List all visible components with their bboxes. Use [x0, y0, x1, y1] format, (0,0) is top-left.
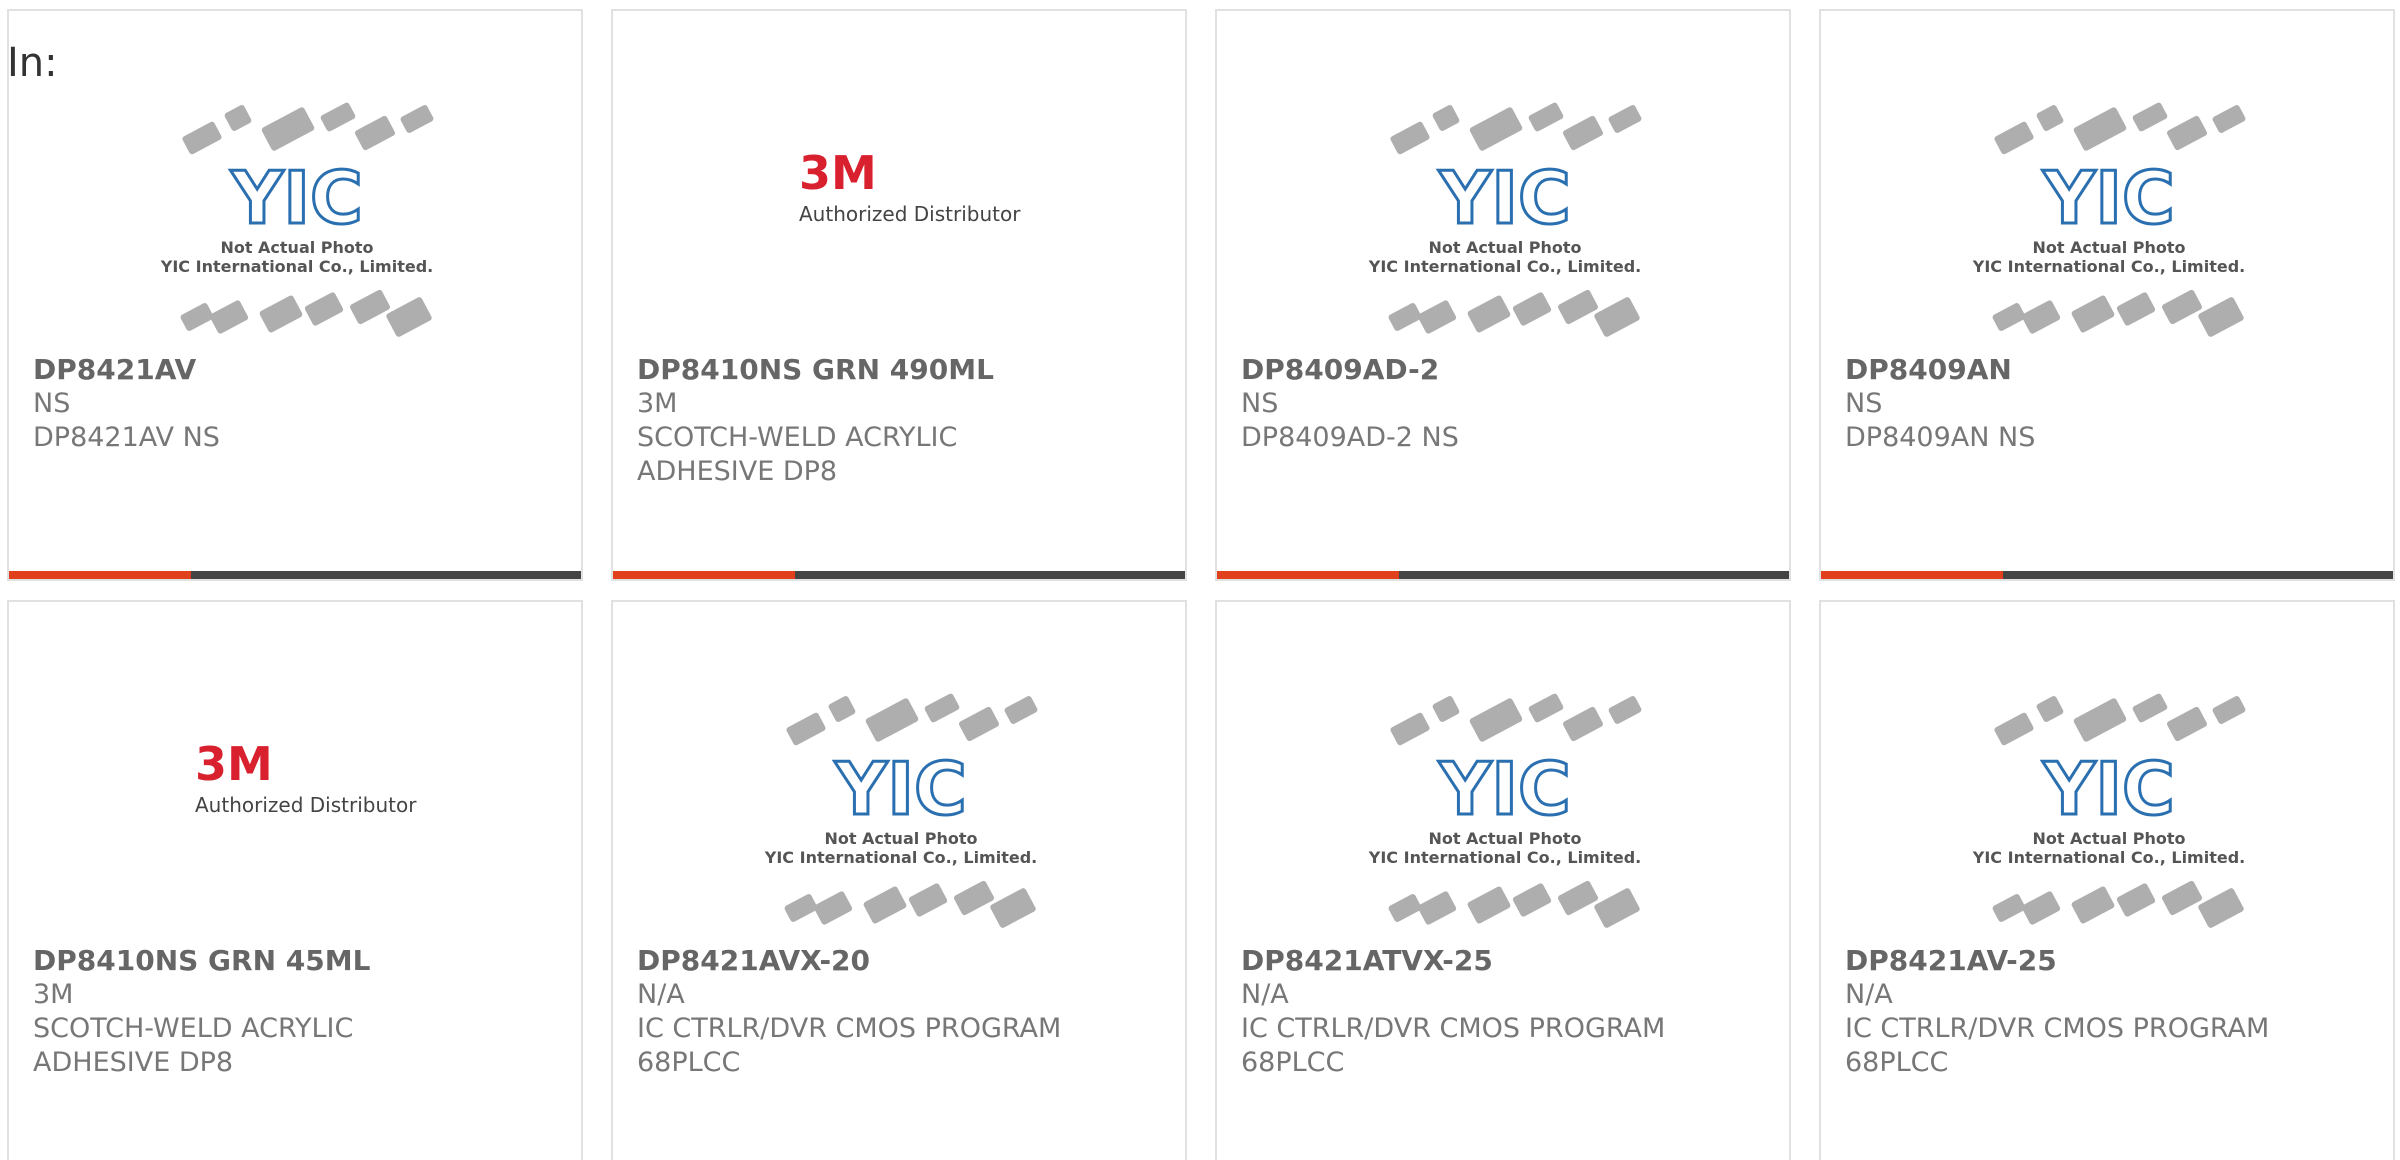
not-actual-photo-text: Not Actual Photo [824, 829, 977, 848]
yic-placeholder-image: YICNot Actual PhotoYIC International Co.… [1368, 102, 1642, 337]
card-bottom-bar [1821, 571, 2393, 579]
description: IC CTRLR/DVR CMOS PROGRAM 68PLCC [1845, 1013, 2270, 1078]
yic-logo: YIC [2042, 747, 2175, 831]
company-name-text: YIC International Co., Limited. [1972, 848, 2245, 867]
yic-logo: YIC [1438, 747, 1571, 831]
yic-placeholder-image: YICNot Actual PhotoYIC International Co.… [160, 102, 434, 337]
3m-authorized-image: 3MAuthorized Distributor [799, 146, 1021, 226]
chip-illustration [784, 880, 1036, 928]
company-name-text: YIC International Co., Limited. [160, 257, 433, 276]
yic-placeholder-image: YICNot Actual PhotoYIC International Co.… [1972, 693, 2246, 928]
chip-illustration [1390, 102, 1642, 155]
product-card[interactable]: YIC Not Actual Photo YIC International Co.… [1215, 9, 1791, 581]
filter-label: In: [7, 40, 58, 86]
not-actual-photo-text: Not Actual Photo [2032, 238, 2185, 257]
yic-logo: YIC [230, 156, 363, 240]
product-image[interactable]: YIC Not Actual Photo YIC International Co.… [1821, 602, 2393, 942]
description: DP8409AD-2 NS [1241, 422, 1459, 453]
chip-illustration [1388, 880, 1640, 928]
brand: NS [1845, 388, 1883, 419]
card-bottom-bar [9, 571, 581, 579]
not-actual-photo-text: Not Actual Photo [220, 238, 373, 257]
3m-authorized-image: 3MAuthorized Distributor [195, 737, 417, 817]
part-number[interactable]: DP8421ATVX-25 [1241, 944, 1769, 978]
description: SCOTCH-WELD ACRYLIC ADHESIVE DP8 [33, 1013, 354, 1078]
authorized-distributor-text: Authorized Distributor [799, 202, 1021, 226]
brand: N/A [637, 979, 685, 1010]
authorized-distributor-text: Authorized Distributor [195, 793, 417, 817]
part-number[interactable]: DP8421AV [33, 353, 561, 387]
description: IC CTRLR/DVR CMOS PROGRAM 68PLCC [637, 1013, 1062, 1078]
brand: NS [33, 388, 71, 419]
product-image[interactable]: YIC Not Actual Photo YIC International Co.… [1217, 602, 1789, 942]
brand: 3M [637, 388, 678, 419]
brand: N/A [1845, 979, 1893, 1010]
3m-logo: 3M [799, 146, 877, 200]
part-number[interactable]: DP8410NS GRN 490ML [637, 353, 1165, 387]
description: DP8409AN NS [1845, 422, 2036, 453]
yic-placeholder-image: YICNot Actual PhotoYIC International Co.… [1972, 102, 2246, 337]
yic-placeholder-image: YICNot Actual PhotoYIC International Co.… [764, 693, 1038, 928]
product-image[interactable]: YIC Not Actual Photo YIC International Co.… [1217, 11, 1789, 351]
chip-illustration [180, 289, 432, 337]
chip-illustration [1994, 102, 2246, 155]
product-card[interactable]: YIC Not Actual Photo YIC International Co.… [1215, 600, 1791, 1160]
product-card[interactable]: YIC Not Actual Photo YIC International Co.… [1819, 9, 2395, 581]
brand: NS [1241, 388, 1279, 419]
product-image[interactable]: 3M Authorized Distributor [613, 11, 1185, 351]
description: IC CTRLR/DVR CMOS PROGRAM 68PLCC [1241, 1013, 1666, 1078]
yic-placeholder-image: YICNot Actual PhotoYIC International Co.… [1368, 693, 1642, 928]
company-name-text: YIC International Co., Limited. [1972, 257, 2245, 276]
part-number[interactable]: DP8409AD-2 [1241, 353, 1769, 387]
company-name-text: YIC International Co., Limited. [1368, 257, 1641, 276]
description: SCOTCH-WELD ACRYLIC ADHESIVE DP8 [637, 422, 958, 487]
chip-illustration [1390, 693, 1642, 746]
yic-logo: YIC [834, 747, 967, 831]
card-bottom-bar [613, 571, 1185, 579]
yic-logo: YIC [2042, 156, 2175, 240]
part-number[interactable]: DP8409AN [1845, 353, 2373, 387]
part-number[interactable]: DP8410NS GRN 45ML [33, 944, 561, 978]
not-actual-photo-text: Not Actual Photo [1428, 829, 1581, 848]
part-number[interactable]: DP8421AV-25 [1845, 944, 2373, 978]
card-bottom-bar [1217, 571, 1789, 579]
product-card[interactable]: 3M Authorized Distributor DP8410NS GRN 49… [611, 9, 1187, 581]
product-image[interactable]: YIC Not Actual Photo YIC International Co.… [1821, 11, 2393, 351]
product-image[interactable]: YIC Not Actual Photo YIC International Co.… [9, 11, 581, 351]
brand: N/A [1241, 979, 1289, 1010]
part-number[interactable]: DP8421AVX-20 [637, 944, 1165, 978]
not-actual-photo-text: Not Actual Photo [2032, 829, 2185, 848]
chip-illustration [182, 102, 434, 155]
product-card[interactable]: YIC Not Actual Photo YIC International Co.… [1819, 600, 2395, 1160]
chip-illustration [786, 693, 1038, 746]
yic-logo: YIC [1438, 156, 1571, 240]
description: DP8421AV NS [33, 422, 220, 453]
product-image[interactable]: 3M Authorized Distributor [9, 602, 581, 942]
chip-illustration [1992, 289, 2244, 337]
product-image[interactable]: YIC Not Actual Photo YIC International Co.… [613, 602, 1185, 942]
product-card[interactable]: YIC Not Actual Photo YIC International Co.… [611, 600, 1187, 1160]
company-name-text: YIC International Co., Limited. [1368, 848, 1641, 867]
product-card[interactable]: 3M Authorized Distributor DP8410NS GRN 45… [7, 600, 583, 1160]
chip-illustration [1994, 693, 2246, 746]
not-actual-photo-text: Not Actual Photo [1428, 238, 1581, 257]
brand: 3M [33, 979, 74, 1010]
chip-illustration [1992, 880, 2244, 928]
chip-illustration [1388, 289, 1640, 337]
company-name-text: YIC International Co., Limited. [764, 848, 1037, 867]
product-card[interactable]: YIC Not Actual Photo YIC International Co.… [7, 9, 583, 581]
3m-logo: 3M [195, 737, 273, 791]
